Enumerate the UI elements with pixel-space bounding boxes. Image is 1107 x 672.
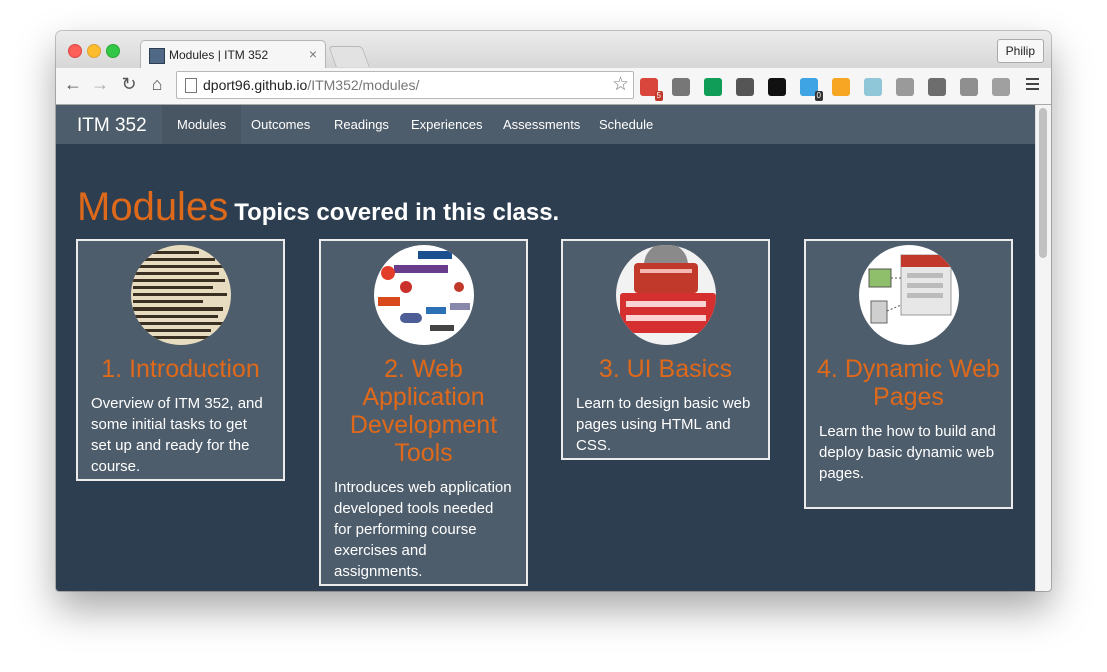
module-description: Overview of ITM 352, and some initial ta… xyxy=(91,395,263,475)
analytics-icon[interactable] xyxy=(832,78,850,96)
module-card-introduction[interactable]: 1. Introduction Overview of ITM 352, and… xyxy=(76,239,285,481)
zoom-window-button[interactable] xyxy=(106,44,120,58)
profile-button[interactable]: Philip xyxy=(996,39,1044,63)
jetbrains-icon[interactable] xyxy=(768,78,786,96)
module-description: Introduces web application developed too… xyxy=(334,479,512,580)
ext-8-icon[interactable] xyxy=(864,78,882,96)
extension-badge: 5 xyxy=(654,91,663,101)
ghostery-icon[interactable]: 0 xyxy=(800,78,823,101)
forward-icon[interactable]: → xyxy=(89,73,111,95)
drive-icon[interactable] xyxy=(960,78,978,96)
page-heading: Modules Topics covered in this class. xyxy=(77,185,559,230)
minimize-window-button[interactable] xyxy=(87,44,101,58)
address-bar[interactable]: dport96.github.io/ITM352/modules/ ☆ xyxy=(176,71,634,99)
nav-item-experiences[interactable]: Experiences xyxy=(411,105,483,144)
close-window-button[interactable] xyxy=(68,44,82,58)
new-tab-button[interactable] xyxy=(328,46,370,67)
module-card-dev-tools[interactable]: 2. Web Application Development Tools Int… xyxy=(319,239,528,586)
dev-tools-logos-image xyxy=(373,245,474,345)
browser-tab[interactable]: Modules | ITM 352 × xyxy=(140,40,326,69)
info-icon[interactable] xyxy=(736,78,754,96)
module-title[interactable]: 2. Web Application Development Tools xyxy=(329,355,518,467)
bookmark-star-icon[interactable]: ☆ xyxy=(612,73,629,96)
module-card-dynamic-web-pages[interactable]: 4. Dynamic Web Pages Learn the how to bu… xyxy=(804,239,1013,509)
nav-item-modules[interactable]: Modules xyxy=(162,105,242,144)
module-title[interactable]: 3. UI Basics xyxy=(571,355,760,383)
tab-title: Modules | ITM 352 xyxy=(169,48,269,62)
dynamic-pages-image xyxy=(858,245,959,345)
tab-strip: Modules | ITM 352 × Philip xyxy=(56,31,1051,69)
page-viewport: ITM 352 Modules Outcomes Readings Experi… xyxy=(56,105,1051,591)
nav-item-outcomes[interactable]: Outcomes xyxy=(251,105,310,144)
module-title[interactable]: 1. Introduction xyxy=(86,355,275,383)
site-navbar: ITM 352 Modules Outcomes Readings Experi… xyxy=(56,105,1036,144)
sync-icon[interactable] xyxy=(672,78,690,96)
url-text: dport96.github.io/ITM352/modules/ xyxy=(203,77,419,93)
page-title: Modules xyxy=(77,185,229,229)
browser-window: Modules | ITM 352 × Philip ← → ↻ ⌂ dport… xyxy=(56,31,1051,591)
scrollbar-thumb[interactable] xyxy=(1039,108,1047,258)
tab-close-icon[interactable]: × xyxy=(309,46,317,62)
nav-item-assessments[interactable]: Assessments xyxy=(503,105,580,144)
url-path: /ITM352/modules/ xyxy=(307,77,420,93)
extension-badge: 0 xyxy=(814,91,823,101)
ext-10-icon[interactable] xyxy=(928,78,946,96)
url-host: dport96.github.io xyxy=(203,77,308,93)
nav-item-schedule[interactable]: Schedule xyxy=(599,105,653,144)
ext-12-icon[interactable] xyxy=(992,78,1010,96)
vertical-scrollbar[interactable] xyxy=(1035,105,1051,591)
dictionary-image xyxy=(130,245,231,345)
module-card-ui-basics[interactable]: 3. UI Basics Learn to design basic web p… xyxy=(561,239,770,460)
module-description: Learn the how to build and deploy basic … xyxy=(819,423,996,482)
reload-icon[interactable]: ↻ xyxy=(118,73,140,95)
css-html-image xyxy=(615,245,716,345)
favicon-icon xyxy=(149,48,165,64)
home-icon[interactable]: ⌂ xyxy=(146,73,168,95)
ext-1-icon[interactable]: 5 xyxy=(640,78,663,101)
browser-menu-icon[interactable] xyxy=(1026,78,1039,92)
browser-toolbar: ← → ↻ ⌂ dport96.github.io/ITM352/modules… xyxy=(56,68,1051,105)
hangouts-icon[interactable] xyxy=(704,78,722,96)
module-description: Learn to design basic web pages using HT… xyxy=(576,395,751,454)
ext-9-icon[interactable] xyxy=(896,78,914,96)
page-subtitle: Topics covered in this class. xyxy=(234,199,560,226)
site-brand[interactable]: ITM 352 xyxy=(77,115,147,137)
page-icon xyxy=(185,78,197,93)
module-title[interactable]: 4. Dynamic Web Pages xyxy=(814,355,1003,411)
nav-item-readings[interactable]: Readings xyxy=(334,105,389,144)
back-icon[interactable]: ← xyxy=(62,73,84,95)
